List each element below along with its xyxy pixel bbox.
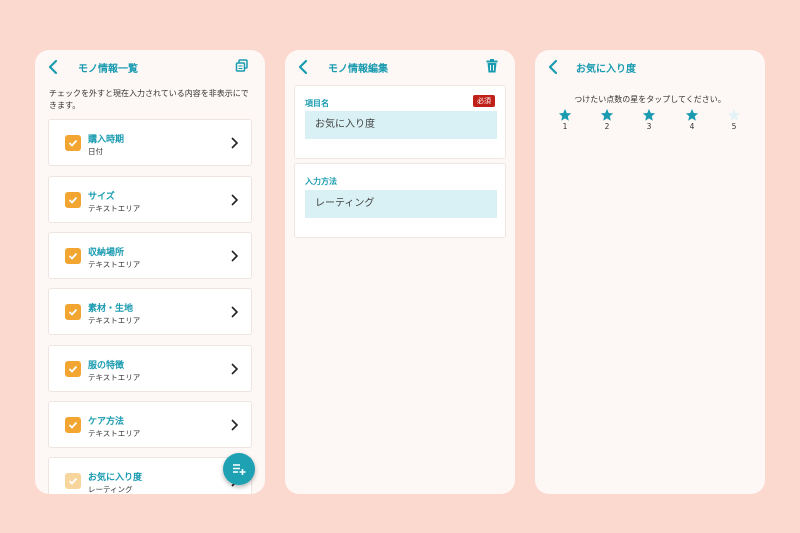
item-label: 購入時期: [88, 135, 125, 145]
rating-screen: お気に入り度 つけたい点数の星をタップしてください。 1 2 3 4 5: [535, 50, 765, 494]
app-bar: モノ情報編集: [285, 50, 515, 84]
star-icon[interactable]: [558, 108, 572, 122]
checkbox[interactable]: [65, 361, 81, 377]
rating-instruction: つけたい点数の星をタップしてください。: [574, 95, 726, 104]
star-number: 1: [562, 122, 568, 131]
name-card: 項目名 必須 お気に入り度: [294, 85, 506, 159]
edit-screen: モノ情報編集 項目名 必須 お気に入り度 入力方法 レーティング: [285, 50, 515, 494]
checkbox[interactable]: [65, 473, 81, 489]
copy-icon[interactable]: [235, 59, 249, 73]
checkbox[interactable]: [65, 248, 81, 264]
item-label: 素材・生地: [88, 304, 134, 314]
checkbox[interactable]: [65, 135, 81, 151]
item-type: レーティング: [88, 485, 133, 494]
star-icon[interactable]: [600, 108, 614, 122]
chevron-right-icon: [231, 419, 239, 431]
star-number: 3: [646, 122, 652, 131]
back-chevron-icon[interactable]: [47, 59, 61, 75]
instruction-note: チェックを外すと現在入力されている内容を非表示にできます。: [49, 89, 249, 110]
method-card: 入力方法 レーティング: [294, 163, 506, 238]
item-type: テキストエリア: [88, 260, 141, 269]
list-item[interactable]: ケア方法 テキストエリア: [48, 401, 252, 448]
name-field[interactable]: お気に入り度: [305, 111, 497, 139]
star-number: 4: [689, 122, 695, 131]
app-bar: お気に入り度: [535, 50, 765, 84]
item-type: テキストエリア: [88, 429, 141, 438]
required-badge: 必須: [473, 95, 495, 107]
chevron-right-icon: [231, 137, 239, 149]
trash-icon[interactable]: [485, 59, 499, 73]
star-number: 5: [731, 122, 737, 131]
chevron-right-icon: [231, 363, 239, 375]
list-item[interactable]: お気に入り度 レーティング: [48, 457, 252, 494]
list-item[interactable]: 素材・生地 テキストエリア: [48, 288, 252, 335]
list-item[interactable]: 収納場所 テキストエリア: [48, 232, 252, 279]
item-label: サイズ: [88, 192, 115, 202]
page-title: モノ情報一覧: [78, 64, 138, 75]
item-type: 日付: [88, 147, 103, 156]
item-label: 服の特徴: [88, 361, 125, 371]
list-item[interactable]: サイズ テキストエリア: [48, 176, 252, 223]
checkbox[interactable]: [65, 192, 81, 208]
star-icon[interactable]: [727, 108, 741, 122]
page-title: お気に入り度: [576, 64, 636, 75]
add-field-button[interactable]: [223, 453, 255, 485]
chevron-right-icon: [231, 250, 239, 262]
star-icon[interactable]: [685, 108, 699, 122]
item-type: テキストエリア: [88, 316, 141, 325]
item-label: お気に入り度: [88, 473, 143, 483]
item-label: 収納場所: [88, 248, 125, 258]
page-title: モノ情報編集: [328, 64, 388, 75]
input-method-field[interactable]: レーティング: [305, 190, 497, 218]
checkbox[interactable]: [65, 304, 81, 320]
chevron-right-icon: [231, 194, 239, 206]
add-list-icon: [233, 464, 246, 475]
field-label: 項目名: [305, 99, 329, 108]
checkbox[interactable]: [65, 417, 81, 433]
item-type: テキストエリア: [88, 204, 141, 213]
star-number: 2: [604, 122, 610, 131]
list-screen: モノ情報一覧 チェックを外すと現在入力されている内容を非表示にできます。 購入時…: [35, 50, 265, 494]
list-item[interactable]: 服の特徴 テキストエリア: [48, 345, 252, 392]
app-bar: モノ情報一覧: [35, 50, 265, 84]
item-type: テキストエリア: [88, 373, 141, 382]
back-chevron-icon[interactable]: [547, 59, 561, 75]
list-item[interactable]: 購入時期 日付: [48, 119, 252, 166]
star-icon[interactable]: [642, 108, 656, 122]
back-chevron-icon[interactable]: [297, 59, 311, 75]
chevron-right-icon: [231, 306, 239, 318]
field-label: 入力方法: [305, 177, 337, 186]
item-label: ケア方法: [88, 417, 125, 427]
